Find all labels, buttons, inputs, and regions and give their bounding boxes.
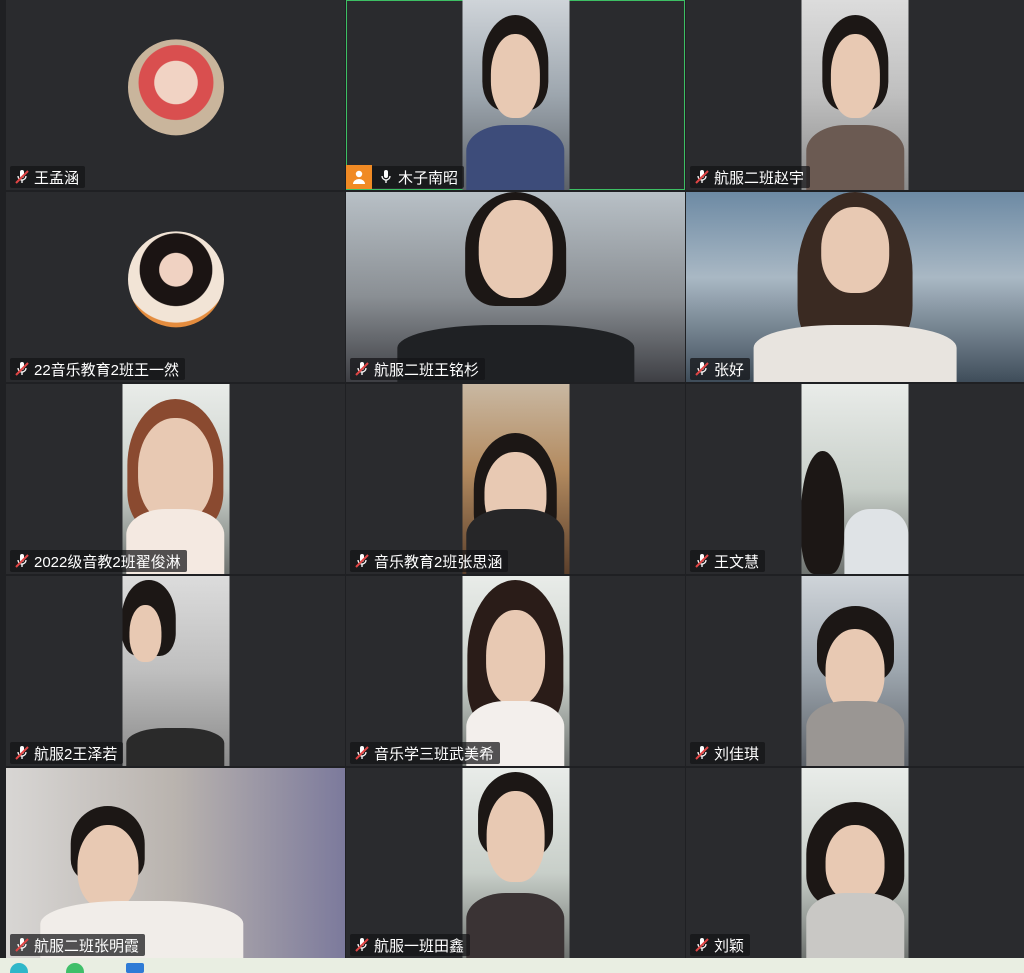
- name-tag: 刘佳琪: [690, 742, 766, 764]
- participant-name: 王文慧: [714, 553, 760, 571]
- host-icon: [346, 165, 372, 189]
- name-tag: 王文慧: [690, 550, 766, 572]
- participant-tile[interactable]: 航服一班田鑫: [346, 768, 685, 958]
- participant-name: 刘佳琪: [714, 745, 760, 763]
- avatar: [127, 39, 224, 136]
- name-tag: 航服二班张明霞: [10, 934, 146, 956]
- participant-video: [462, 384, 569, 574]
- name-tag: 王孟涵: [10, 166, 86, 188]
- participant-name: 航服2王泽若: [34, 745, 118, 763]
- participant-tile[interactable]: 航服二班张明霞: [6, 768, 345, 958]
- name-tag: 航服2王泽若: [10, 742, 124, 764]
- mic-off-icon: [14, 169, 30, 185]
- taskbar-app-icon[interactable]: [126, 963, 144, 973]
- participant-name: 王孟涵: [34, 169, 80, 187]
- participant-video: [346, 192, 685, 382]
- participant-tile[interactable]: 刘佳琪: [686, 576, 1024, 766]
- participant-name: 木子南昭: [398, 169, 459, 187]
- participant-video: [801, 384, 909, 574]
- name-tag: 木子南昭: [346, 165, 465, 189]
- participant-video: [462, 768, 569, 958]
- participant-video: [801, 768, 909, 958]
- participant-tile[interactable]: 音乐教育2班张思涵: [346, 384, 685, 574]
- participant-video: [6, 768, 345, 958]
- name-tag: 张好: [690, 358, 751, 380]
- participant-name: 22音乐教育2班王一然: [34, 361, 180, 379]
- participant-video: [122, 576, 229, 766]
- participant-video: [686, 192, 1024, 382]
- mic-off-icon: [694, 937, 710, 953]
- participant-name: 2022级音教2班翟俊淋: [34, 553, 181, 571]
- mic-off-icon: [14, 745, 30, 761]
- participant-tile-active-speaker[interactable]: 木子南昭: [346, 0, 685, 190]
- name-tag: 音乐学三班武美希: [350, 742, 501, 764]
- participant-name: 航服二班赵宇: [714, 169, 805, 187]
- participant-tile[interactable]: 王文慧: [686, 384, 1024, 574]
- participant-name: 航服一班田鑫: [374, 937, 465, 955]
- name-tag: 音乐教育2班张思涵: [350, 550, 509, 572]
- name-tag: 航服二班赵宇: [690, 166, 811, 188]
- taskbar: [0, 958, 1024, 973]
- participant-name: 刘颖: [714, 937, 745, 955]
- participant-tile[interactable]: 张好: [686, 192, 1024, 382]
- participant-name: 航服二班张明霞: [34, 937, 140, 955]
- avatar: [127, 231, 224, 328]
- name-tag: 2022级音教2班翟俊淋: [10, 550, 187, 572]
- mic-off-icon: [694, 169, 710, 185]
- participant-tile[interactable]: 音乐学三班武美希: [346, 576, 685, 766]
- participant-name: 音乐教育2班张思涵: [374, 553, 503, 571]
- mic-off-icon: [14, 361, 30, 377]
- taskbar-app-icon[interactable]: [10, 963, 28, 973]
- taskbar-app-icon[interactable]: [66, 963, 84, 973]
- participant-tile[interactable]: 王孟涵: [6, 0, 345, 190]
- mic-off-icon: [354, 553, 370, 569]
- mic-off-icon: [694, 745, 710, 761]
- participant-name: 航服二班王铭杉: [374, 361, 480, 379]
- mic-off-icon: [14, 553, 30, 569]
- participant-tile[interactable]: 航服2王泽若: [6, 576, 345, 766]
- mic-off-icon: [354, 745, 370, 761]
- mic-icon: [378, 169, 394, 185]
- participant-tile[interactable]: 航服二班王铭杉: [346, 192, 685, 382]
- participant-video: [801, 576, 909, 766]
- participant-tile[interactable]: 2022级音教2班翟俊淋: [6, 384, 345, 574]
- mic-off-icon: [14, 937, 30, 953]
- participant-video: [122, 384, 229, 574]
- mic-off-icon: [694, 361, 710, 377]
- name-tag: 刘颖: [690, 934, 751, 956]
- video-grid: 王孟涵 木子南昭 航服二班赵宇 22音乐教育2班王一然 航服二班王铭杉 张好 2…: [6, 0, 1024, 958]
- participant-video: [801, 0, 909, 190]
- mic-off-icon: [694, 553, 710, 569]
- mic-off-icon: [354, 361, 370, 377]
- participant-tile[interactable]: 刘颖: [686, 768, 1024, 958]
- participant-name: 音乐学三班武美希: [374, 745, 495, 763]
- mic-off-icon: [354, 937, 370, 953]
- participant-video: [462, 576, 569, 766]
- name-tag: 航服二班王铭杉: [350, 358, 486, 380]
- participant-tile[interactable]: 航服二班赵宇: [686, 0, 1024, 190]
- name-tag: 航服一班田鑫: [350, 934, 471, 956]
- participant-video: [462, 0, 569, 190]
- name-tag: 22音乐教育2班王一然: [10, 358, 186, 380]
- participant-tile[interactable]: 22音乐教育2班王一然: [6, 192, 345, 382]
- participant-name: 张好: [714, 361, 745, 379]
